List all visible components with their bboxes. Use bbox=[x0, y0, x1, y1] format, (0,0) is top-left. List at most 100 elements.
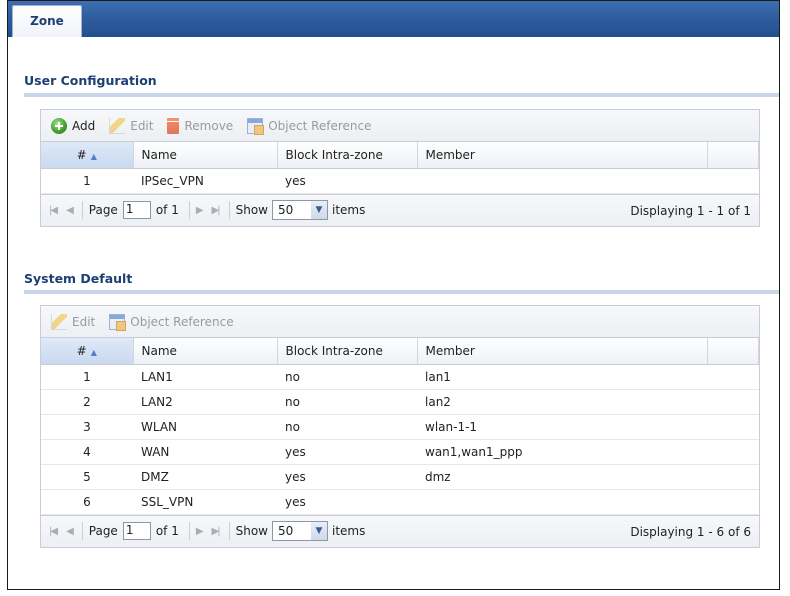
table-row[interactable]: 4 WAN yes wan1,wan1_ppp bbox=[41, 439, 759, 465]
system-default-table: # ▲ Name Block Intra-zone Member 1 LAN1 n… bbox=[41, 338, 759, 515]
column-header-name[interactable]: Name bbox=[133, 338, 278, 365]
remove-label: Remove bbox=[184, 118, 234, 133]
row-number: 1 bbox=[41, 364, 133, 390]
row-block-intra-zone: yes bbox=[277, 464, 417, 490]
row-member bbox=[417, 489, 707, 515]
system-default-toolbar: Edit Object Reference bbox=[41, 306, 759, 338]
column-header-number[interactable]: # ▲ bbox=[41, 338, 134, 365]
object-reference-label: Object Reference bbox=[130, 314, 234, 329]
row-block-intra-zone: yes bbox=[277, 489, 417, 515]
system-default-pager: |◀ ◀ Page 1 of 1 ▶ ▶| Show 50 ▼ items Di… bbox=[41, 514, 759, 547]
edit-button[interactable]: Edit bbox=[109, 117, 154, 134]
row-member: dmz bbox=[417, 464, 707, 490]
system-default-title: System Default bbox=[24, 271, 133, 286]
edit-label: Edit bbox=[72, 314, 96, 329]
items-per-page-value: 50 bbox=[278, 524, 294, 538]
trash-icon bbox=[167, 117, 180, 134]
next-page-icon[interactable]: ▶ bbox=[196, 526, 204, 537]
row-member bbox=[417, 168, 707, 194]
row-number: 4 bbox=[41, 439, 133, 465]
chevron-down-icon: ▼ bbox=[311, 201, 327, 219]
column-header-block-intra-zone[interactable]: Block Intra-zone bbox=[277, 142, 418, 169]
table-header-row: # ▲ Name Block Intra-zone Member bbox=[41, 142, 759, 169]
row-member: lan2 bbox=[417, 389, 707, 415]
page-of-label: of 1 bbox=[155, 524, 179, 538]
row-name: LAN1 bbox=[133, 364, 277, 390]
row-block-intra-zone: no bbox=[277, 414, 417, 440]
zone-window: Zone User Configuration Add Edit Remove … bbox=[7, 0, 780, 590]
sort-ascending-icon: ▲ bbox=[90, 151, 97, 161]
remove-button[interactable]: Remove bbox=[167, 117, 234, 134]
user-configuration-panel: Add Edit Remove Object Reference # ▲ Name bbox=[40, 109, 760, 227]
show-label: Show bbox=[235, 203, 268, 217]
row-member: wan1,wan1_ppp bbox=[417, 439, 707, 465]
row-name: WLAN bbox=[133, 414, 277, 440]
edit-label: Edit bbox=[130, 118, 154, 133]
edit-icon bbox=[109, 117, 126, 134]
sort-ascending-icon: ▲ bbox=[90, 347, 97, 357]
column-header-member[interactable]: Member bbox=[417, 338, 708, 365]
next-page-icon[interactable]: ▶ bbox=[196, 205, 204, 216]
row-member: wlan-1-1 bbox=[417, 414, 707, 440]
object-reference-button[interactable]: Object Reference bbox=[109, 313, 234, 331]
row-block-intra-zone: yes bbox=[277, 168, 417, 194]
first-page-icon[interactable]: |◀ bbox=[49, 205, 58, 216]
items-per-page-select[interactable]: 50 ▼ bbox=[272, 200, 328, 220]
column-header-filler bbox=[707, 338, 759, 365]
row-number: 1 bbox=[41, 168, 133, 194]
table-header-row: # ▲ Name Block Intra-zone Member bbox=[41, 338, 759, 365]
row-block-intra-zone: no bbox=[277, 389, 417, 415]
row-name: WAN bbox=[133, 439, 277, 465]
add-button[interactable]: Add bbox=[51, 117, 96, 134]
table-row[interactable]: 1 LAN1 no lan1 bbox=[41, 364, 759, 390]
chevron-down-icon: ▼ bbox=[311, 522, 327, 540]
column-header-number[interactable]: # ▲ bbox=[41, 142, 134, 169]
edit-icon bbox=[51, 313, 67, 330]
displaying-count: Displaying 1 - 6 of 6 bbox=[630, 524, 751, 539]
row-block-intra-zone: yes bbox=[277, 439, 417, 465]
row-number: 3 bbox=[41, 414, 133, 440]
system-default-panel: Edit Object Reference # ▲ Name Block Intr… bbox=[40, 305, 760, 548]
row-number: 5 bbox=[41, 464, 133, 490]
page-number-input[interactable]: 1 bbox=[122, 201, 151, 219]
row-number: 2 bbox=[41, 389, 133, 415]
table-row[interactable]: 2 LAN2 no lan2 bbox=[41, 389, 759, 415]
row-name: DMZ bbox=[133, 464, 277, 490]
row-name: LAN2 bbox=[133, 389, 277, 415]
table-row[interactable]: 6 SSL_VPN yes bbox=[41, 489, 759, 515]
items-label: items bbox=[332, 203, 366, 217]
column-header-member[interactable]: Member bbox=[417, 142, 708, 169]
page-of-label: of 1 bbox=[155, 203, 179, 217]
last-page-icon[interactable]: ▶| bbox=[212, 205, 221, 216]
user-config-pager: |◀ ◀ Page 1 of 1 ▶ ▶| Show 50 ▼ items Di… bbox=[41, 193, 759, 226]
section-divider bbox=[24, 290, 779, 294]
items-per-page-value: 50 bbox=[278, 203, 294, 217]
object-reference-icon bbox=[109, 313, 127, 331]
table-row[interactable]: 3 WLAN no wlan-1-1 bbox=[41, 414, 759, 440]
object-reference-icon bbox=[247, 117, 265, 135]
first-page-icon[interactable]: |◀ bbox=[49, 526, 58, 537]
page-number-input[interactable]: 1 bbox=[122, 522, 151, 540]
row-number: 6 bbox=[41, 489, 133, 515]
page-label: Page bbox=[88, 203, 118, 217]
edit-button[interactable]: Edit bbox=[51, 313, 96, 330]
row-member: lan1 bbox=[417, 364, 707, 390]
column-header-block-intra-zone[interactable]: Block Intra-zone bbox=[277, 338, 418, 365]
displaying-count: Displaying 1 - 1 of 1 bbox=[630, 203, 751, 218]
add-label: Add bbox=[72, 118, 96, 133]
user-config-table: # ▲ Name Block Intra-zone Member 1 IPSec_… bbox=[41, 142, 759, 194]
table-row[interactable]: 1 IPSec_VPN yes bbox=[41, 168, 759, 194]
column-header-filler bbox=[707, 142, 759, 169]
last-page-icon[interactable]: ▶| bbox=[212, 526, 221, 537]
column-header-name[interactable]: Name bbox=[133, 142, 278, 169]
tab-zone[interactable]: Zone bbox=[12, 5, 82, 37]
previous-page-icon[interactable]: ◀ bbox=[66, 526, 74, 537]
object-reference-label: Object Reference bbox=[268, 118, 372, 133]
object-reference-button[interactable]: Object Reference bbox=[247, 117, 372, 135]
previous-page-icon[interactable]: ◀ bbox=[66, 205, 74, 216]
user-config-toolbar: Add Edit Remove Object Reference bbox=[41, 110, 759, 142]
table-row[interactable]: 5 DMZ yes dmz bbox=[41, 464, 759, 490]
page-label: Page bbox=[88, 524, 118, 538]
row-block-intra-zone: no bbox=[277, 364, 417, 390]
items-per-page-select[interactable]: 50 ▼ bbox=[272, 521, 328, 541]
